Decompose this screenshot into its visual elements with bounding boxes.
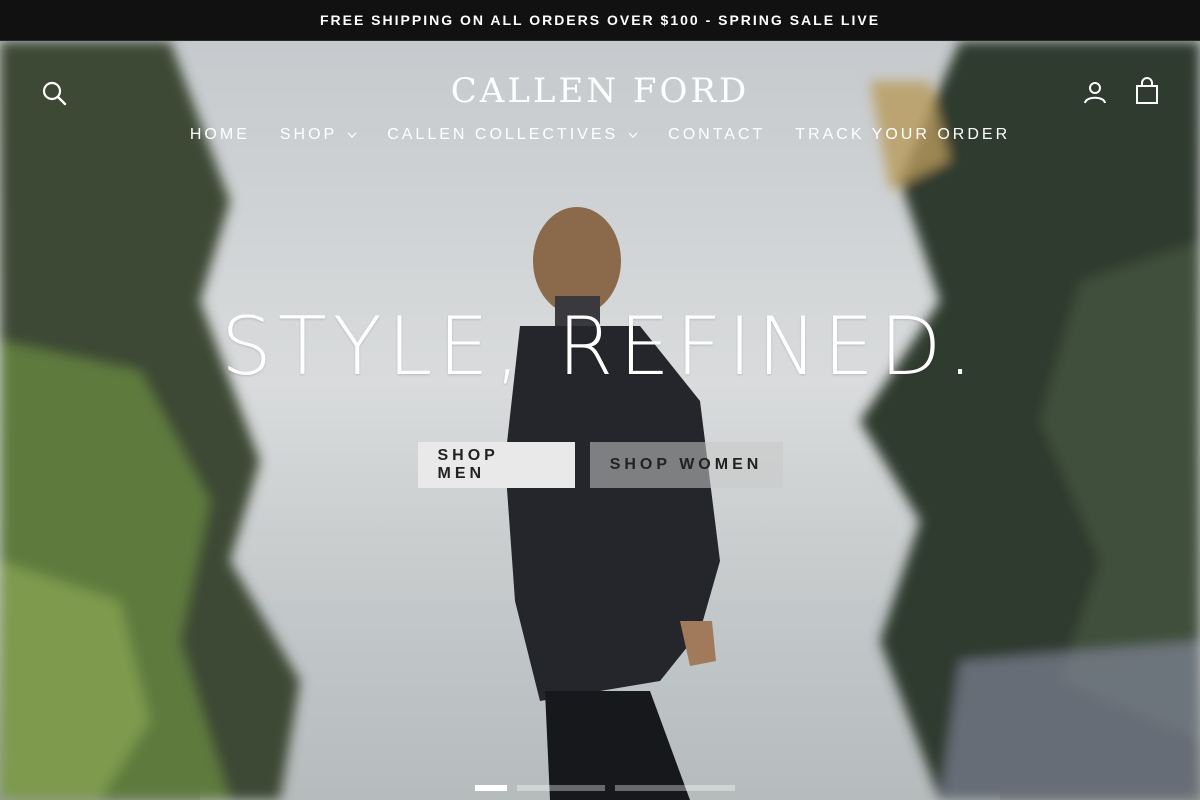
site-logo[interactable]: CALLEN FORD bbox=[0, 71, 1200, 111]
nav-item-label: CONTACT bbox=[668, 126, 766, 143]
site-header: CALLEN FORD HOME SHOP CALLEN COLLECTIVES… bbox=[0, 41, 1200, 161]
shop-women-button[interactable]: SHOP WOMEN bbox=[589, 442, 783, 488]
announcement-bar: FREE SHIPPING ON ALL ORDERS OVER $100 - … bbox=[0, 0, 1200, 41]
nav-item-home[interactable]: HOME bbox=[190, 126, 250, 144]
nav-item-label: TRACK YOUR ORDER bbox=[795, 126, 1011, 143]
nav-item-contact[interactable]: CONTACT bbox=[668, 126, 765, 144]
account-icon[interactable] bbox=[1082, 79, 1108, 105]
slide-dot-3[interactable] bbox=[615, 785, 735, 791]
slide-dot-2[interactable] bbox=[517, 785, 605, 791]
main-navigation: HOME SHOP CALLEN COLLECTIVES CONTACT TRA… bbox=[0, 126, 1200, 144]
slide-dot-1[interactable] bbox=[475, 785, 507, 791]
chevron-down-icon bbox=[347, 132, 357, 138]
nav-item-label: CALLEN COLLECTIVES bbox=[387, 126, 619, 143]
cart-icon[interactable] bbox=[1134, 77, 1160, 105]
hero-cta-group: SHOP MEN SHOP WOMEN bbox=[0, 442, 1200, 488]
nav-item-label: SHOP bbox=[279, 126, 338, 143]
shop-men-button[interactable]: SHOP MEN bbox=[417, 442, 575, 488]
nav-item-shop[interactable]: SHOP bbox=[280, 126, 357, 144]
slideshow-pagination bbox=[475, 785, 735, 791]
nav-item-callen-collectives[interactable]: CALLEN COLLECTIVES bbox=[387, 126, 638, 144]
nav-item-track-order[interactable]: TRACK YOUR ORDER bbox=[795, 126, 1010, 144]
hero-headline: STYLE, REFINED. bbox=[221, 300, 979, 393]
nav-item-label: HOME bbox=[189, 126, 250, 143]
chevron-down-icon bbox=[628, 132, 638, 138]
announcement-text: FREE SHIPPING ON ALL ORDERS OVER $100 - … bbox=[319, 12, 881, 28]
